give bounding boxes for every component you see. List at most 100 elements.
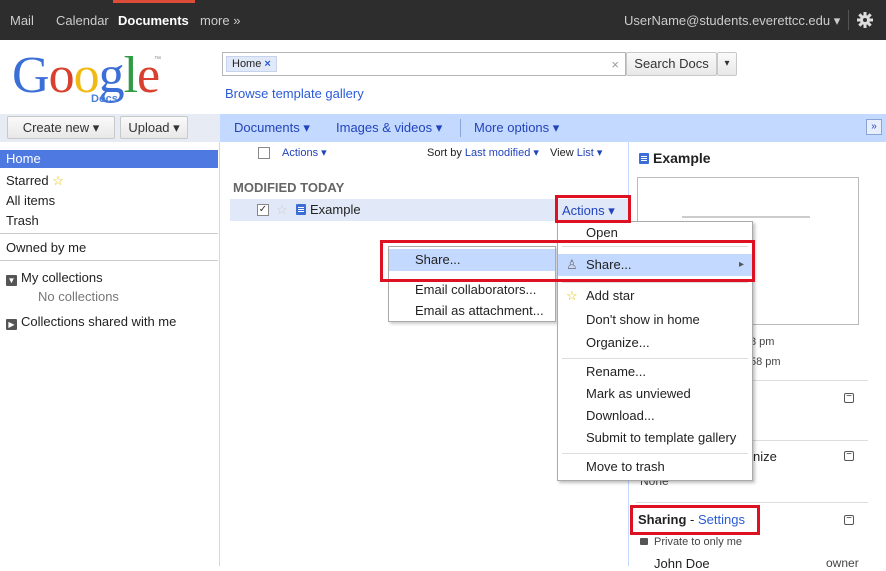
divider [0, 233, 218, 234]
logo-docs-label: Docs [91, 93, 118, 105]
view-value: List ▾ [576, 147, 603, 159]
lock-icon [640, 538, 648, 545]
menu-separator [562, 246, 748, 247]
menu-item-rename[interactable]: Rename... [558, 361, 752, 383]
menu-item-dont-show-in-home[interactable]: Don't show in home [558, 309, 752, 331]
search-input[interactable]: Home × × [222, 52, 626, 76]
no-collections-text: No collections [38, 289, 119, 304]
chip-close-icon[interactable]: × [264, 58, 270, 70]
actions-menu: Open ♙ Share... ▸ ☆ Add star Don't show … [557, 221, 753, 481]
row-checkbox[interactable]: ✓ [257, 204, 269, 216]
chevron-down-icon: ▾ [833, 13, 841, 28]
submenu-arrow-icon: ▸ [738, 259, 744, 270]
menu-item-mark-unviewed[interactable]: Mark as unviewed [558, 383, 752, 405]
menu-item-submit-template[interactable]: Submit to template gallery [558, 427, 752, 449]
menu-separator [562, 282, 748, 283]
search-options-dropdown[interactable]: ▾ [717, 52, 737, 76]
separator: - [686, 512, 698, 527]
toolbar-divider [460, 119, 461, 137]
view-label: View [550, 147, 574, 159]
images-videos-filter-menu[interactable]: Images & videos ▾ [336, 120, 442, 136]
upload-button[interactable]: Upload ▾ [120, 116, 188, 139]
sidebar-item-shared-collections[interactable]: ▶ Collections shared with me [6, 314, 176, 330]
menu-item-add-star[interactable]: ☆ Add star [558, 285, 752, 307]
organize-section-title: nize [753, 449, 777, 464]
star-icon: ☆ [566, 288, 578, 303]
sharing-title: Sharing [638, 512, 687, 527]
privacy-status: Private to only me [640, 536, 742, 548]
top-navigation-bar: Mail Calendar Documents more » UserName@… [0, 0, 886, 40]
sidebar-item-home[interactable]: Home [0, 150, 218, 168]
search-chip-home[interactable]: Home × [226, 56, 277, 72]
document-title[interactable]: Example [296, 202, 361, 217]
sort-label: Sort by [427, 147, 462, 159]
user-email: UserName@students.everettcc.edu [624, 13, 831, 28]
sharing-settings-link[interactable]: Settings [698, 512, 745, 527]
created-time: 58 pm [750, 356, 781, 368]
sidebar-item-all-items[interactable]: All items [6, 193, 55, 208]
owner-name: John Doe [654, 556, 710, 571]
view-menu[interactable]: View List ▾ [550, 146, 602, 159]
select-all-checkbox[interactable] [258, 147, 270, 159]
star-icon: ☆ [52, 173, 64, 188]
person-icon: ♙ [566, 257, 578, 272]
gear-icon[interactable] [856, 11, 874, 29]
sidebar-item-label: Collections shared with me [21, 314, 177, 329]
logo-trademark: ™ [154, 56, 161, 63]
submenu-email-attachment[interactable]: Email as attachment... [389, 300, 555, 322]
sidebar-item-my-collections[interactable]: ▼ My collections [6, 270, 103, 286]
submenu-email-collaborators[interactable]: Email collaborators... [389, 279, 555, 301]
menu-separator [562, 453, 748, 454]
sort-value: Last modified ▾ [464, 147, 539, 159]
search-docs-button[interactable]: Search Docs [626, 52, 717, 76]
collapse-section-icon[interactable]: − [844, 392, 854, 403]
google-docs-logo[interactable]: Google Docs ™ [8, 50, 218, 110]
submenu-share[interactable]: Share... [389, 249, 555, 271]
mail-link[interactable]: Mail [10, 13, 34, 28]
user-account-menu[interactable]: UserName@students.everettcc.edu ▾ [624, 13, 840, 29]
row-actions-button[interactable]: Actions ▾ [562, 203, 615, 219]
collapse-section-icon[interactable]: − [844, 450, 854, 461]
share-submenu: Share... Email collaborators... Email as… [388, 246, 556, 322]
create-new-button[interactable]: Create new ▾ [7, 116, 115, 139]
preview-text-line [682, 216, 810, 218]
menu-item-label: Add star [586, 288, 635, 303]
menu-item-label: Share... [586, 257, 632, 272]
divider [636, 502, 868, 503]
menu-item-move-to-trash[interactable]: Move to trash [558, 456, 752, 478]
menu-item-open[interactable]: Open [558, 222, 752, 244]
menu-separator [562, 358, 748, 359]
details-title-text: Example [653, 150, 711, 166]
star-icon[interactable]: ☆ [276, 202, 288, 218]
collapse-section-icon[interactable]: − [844, 514, 854, 525]
documents-link[interactable]: Documents [118, 13, 189, 28]
collapse-triangle-icon[interactable]: ▼ [6, 275, 17, 286]
list-actions-menu[interactable]: Actions ▾ [282, 146, 327, 159]
divider [848, 10, 849, 30]
owner-role: owner [826, 556, 859, 570]
browse-template-gallery-link[interactable]: Browse template gallery [225, 86, 364, 101]
sidebar-item-label: Starred [6, 173, 49, 188]
calendar-link[interactable]: Calendar [56, 13, 109, 28]
sharing-header: Sharing - Settings [638, 512, 745, 527]
sidebar-item-starred[interactable]: Starred ☆ [6, 173, 64, 189]
document-icon [639, 153, 649, 164]
document-icon [296, 204, 306, 215]
menu-item-share[interactable]: ♙ Share... ▸ [558, 254, 752, 276]
more-options-menu[interactable]: More options ▾ [474, 120, 559, 136]
sidebar-item-label: My collections [21, 270, 103, 285]
clear-search-icon[interactable]: × [611, 57, 619, 72]
details-title: Example [639, 150, 711, 166]
menu-item-download[interactable]: Download... [558, 405, 752, 427]
expand-triangle-icon[interactable]: ▶ [6, 319, 17, 330]
expand-panel-icon[interactable]: » [866, 119, 882, 135]
main-toolbar: Documents ▾ Images & videos ▾ More optio… [220, 114, 886, 142]
menu-item-organize[interactable]: Organize... [558, 332, 752, 354]
sidebar-item-trash[interactable]: Trash [6, 213, 39, 228]
section-heading: MODIFIED TODAY [233, 180, 345, 195]
documents-filter-menu[interactable]: Documents ▾ [234, 120, 310, 136]
sidebar-item-owned-by-me[interactable]: Owned by me [6, 240, 86, 255]
logo-wordmark: Google [12, 47, 160, 104]
more-link[interactable]: more » [200, 13, 240, 28]
sort-menu[interactable]: Sort by Last modified ▾ [427, 146, 539, 159]
